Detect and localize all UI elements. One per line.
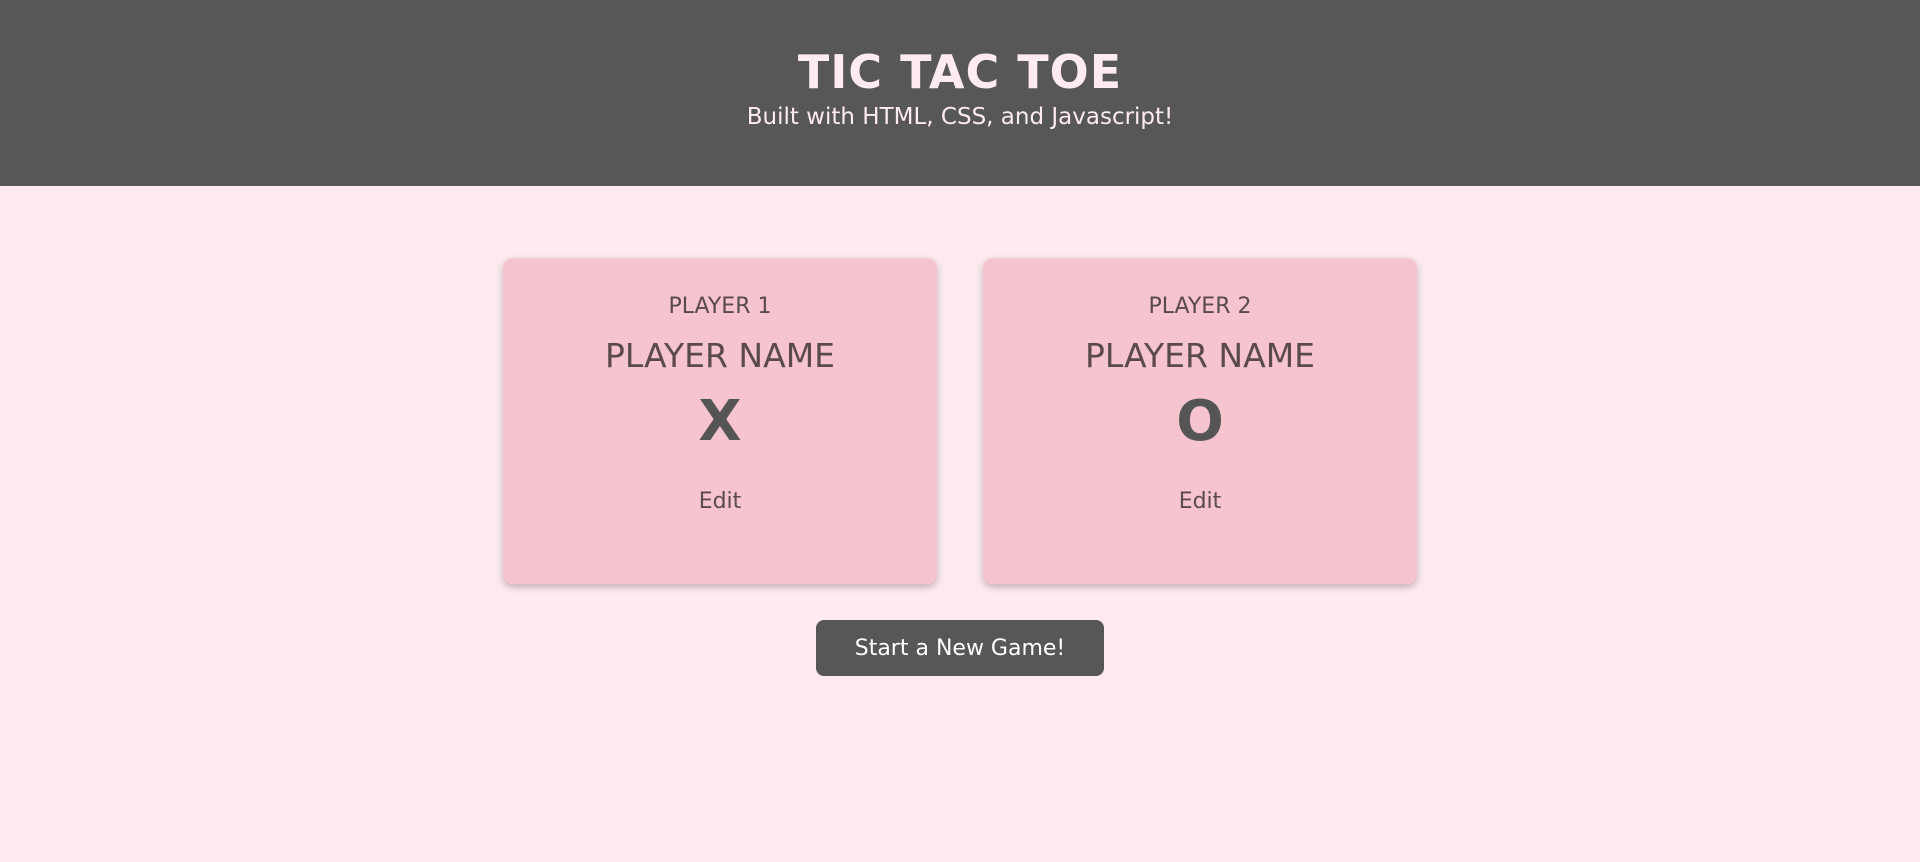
player-card-1: PLAYER 1 PLAYER NAME X Edit (503, 258, 937, 584)
player-2-name: PLAYER NAME (1084, 336, 1316, 376)
page-title: TIC TAC TOE (797, 44, 1123, 99)
player-1-name: PLAYER NAME (604, 336, 836, 376)
page-subtitle: Built with HTML, CSS, and Javascript! (746, 103, 1174, 130)
player-1-symbol: X (698, 388, 742, 454)
player-1-label: PLAYER 1 (668, 294, 772, 319)
page-header: TIC TAC TOE Built with HTML, CSS, and Ja… (0, 0, 1920, 186)
player-2-edit-button[interactable]: Edit (1169, 485, 1232, 518)
player-1-edit-button[interactable]: Edit (689, 485, 752, 518)
main-content: PLAYER 1 PLAYER NAME X Edit PLAYER 2 PLA… (0, 186, 1920, 676)
player-cards: PLAYER 1 PLAYER NAME X Edit PLAYER 2 PLA… (503, 258, 1417, 584)
player-card-2: PLAYER 2 PLAYER NAME O Edit (983, 258, 1417, 584)
start-new-game-button[interactable]: Start a New Game! (816, 620, 1104, 676)
player-2-symbol: O (1176, 388, 1224, 454)
player-2-label: PLAYER 2 (1148, 294, 1252, 319)
